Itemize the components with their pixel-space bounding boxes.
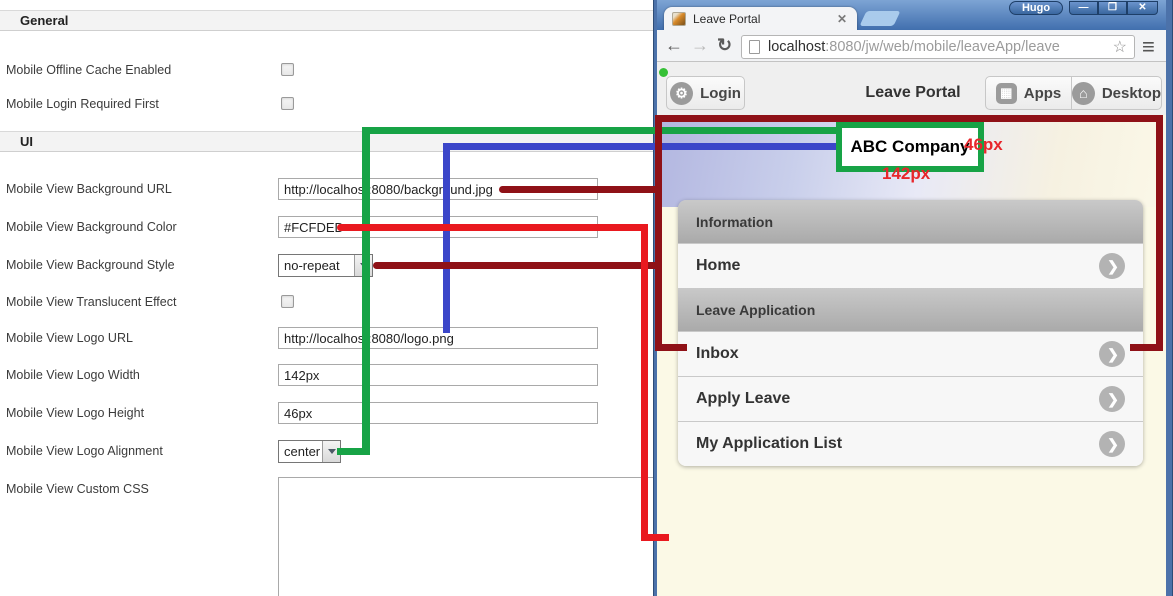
bg-style-value: no-repeat [284,258,340,273]
offline-cache-checkbox[interactable] [281,63,294,76]
leave-portal-favicon-icon [672,11,686,26]
bookmark-star-icon[interactable]: ☆ [1113,37,1127,57]
status-dot [659,68,668,77]
home-icon: ⌂ [1072,81,1095,105]
refresh-icon[interactable]: ↻ [717,35,732,56]
chevron-right-icon: ❯ [1099,431,1125,457]
field-label-logo-alignment: Mobile View Logo Alignment [6,444,163,458]
desktop-label: Desktop [1101,84,1161,102]
browser-menu-icon[interactable]: ≡ [1142,34,1155,60]
chevron-right-icon: ❯ [1099,386,1125,412]
logo-alignment-value: center [284,444,321,459]
section-header-general: General [0,10,653,31]
browser-window: Leave Portal ✕ Hugo — ❐ ✕ ← → ↻ localhos… [653,0,1173,596]
custom-css-textarea[interactable] [278,477,654,596]
login-button[interactable]: ⚙ Login [666,76,745,110]
annotation-darkred-frame [655,115,662,351]
field-label-logo-height: Mobile View Logo Height [6,406,145,420]
list-item-home[interactable]: Home ❯ [678,243,1143,288]
annotation-darkred-frame [655,344,687,351]
new-tab-button[interactable] [859,11,901,26]
mobile-menu-list: Information Home ❯ Leave Application Inb… [678,200,1143,466]
annotation-darkred-frame [1130,344,1163,351]
logo-height-annotation: 46px [964,135,1003,154]
desktop-button[interactable]: ⌂ Desktop [1072,76,1162,110]
logo-height-input[interactable] [278,402,598,424]
chevron-right-icon: ❯ [1099,341,1125,367]
browser-window-border [1166,0,1173,596]
address-bar[interactable]: localhost:8080/jw/web/mobile/leaveApp/le… [741,35,1135,59]
apps-desktop-group: ▦ Apps ⌂ Desktop [985,76,1162,110]
section-title: UI [20,134,33,149]
list-item-inbox[interactable]: Inbox ❯ [678,331,1143,376]
browser-tab-leave-portal[interactable]: Leave Portal ✕ [664,7,857,30]
logo-alignment-select[interactable]: center [278,440,341,463]
logo-url-input[interactable] [278,327,598,349]
field-label-offline-cache: Mobile Offline Cache Enabled [6,63,172,77]
list-header: Leave Application [678,288,1143,331]
translucent-checkbox[interactable] [281,295,294,308]
forward-icon[interactable]: → [691,35,709,56]
list-item-my-application-list[interactable]: My Application List ❯ [678,421,1143,466]
annotation-darkred-line [499,186,661,193]
tab-title: Leave Portal [693,11,761,26]
settings-panel: General Mobile Offline Cache Enabled Mob… [0,0,654,596]
field-label-login-required: Mobile Login Required First [6,97,159,111]
list-header: Information [678,200,1143,243]
apps-grid-icon: ▦ [995,82,1017,104]
url-path: :8080/jw/web/mobile/leaveApp/leave [825,39,1060,55]
annotation-red-line [641,224,648,541]
field-label-translucent: Mobile View Translucent Effect [6,295,177,309]
bg-style-select[interactable]: no-repeat [278,254,373,277]
chevron-right-icon: ❯ [1099,253,1125,279]
login-label: Login [700,84,741,102]
url-text[interactable]: localhost:8080/jw/web/mobile/leaveApp/le… [768,39,1113,55]
apps-button[interactable]: ▦ Apps [985,76,1072,110]
field-label-logo-url: Mobile View Logo URL [6,331,133,345]
page-icon [749,40,760,54]
minimize-button[interactable]: — [1069,1,1098,15]
gear-icon: ⚙ [670,81,694,105]
url-host: localhost [768,39,826,55]
annotation-darkred-frame [1156,115,1163,351]
annotation-blue-line [443,143,838,150]
annotation-red-line [641,534,669,541]
section-title: General [20,13,69,28]
annotation-green-line [362,127,370,455]
maximize-button[interactable]: ❐ [1098,1,1127,15]
login-required-checkbox[interactable] [281,97,294,110]
field-label-bg-style: Mobile View Background Style [6,258,175,272]
annotation-red-line [337,224,648,231]
field-label-bg-color: Mobile View Background Color [6,220,177,234]
field-label-bg-url: Mobile View Background URL [6,182,172,196]
browser-user-button[interactable]: Hugo [1009,1,1063,15]
close-button[interactable]: ✕ [1127,1,1158,15]
annotation-darkred-frame [655,115,1163,122]
annotation-green-line [362,127,838,134]
field-label-logo-width: Mobile View Logo Width [6,368,140,382]
field-label-custom-css: Mobile View Custom CSS [6,482,149,496]
tab-close-icon[interactable]: ✕ [837,12,847,26]
logo-width-input[interactable] [278,364,598,386]
logo-text: ABC Company [850,137,970,156]
annotation-blue-line [443,143,450,333]
list-item-apply-leave[interactable]: Apply Leave ❯ [678,376,1143,421]
logo-width-annotation: 142px [882,164,931,183]
apps-label: Apps [1023,84,1062,102]
annotation-darkred-line [373,262,661,269]
back-icon[interactable]: ← [665,35,683,56]
